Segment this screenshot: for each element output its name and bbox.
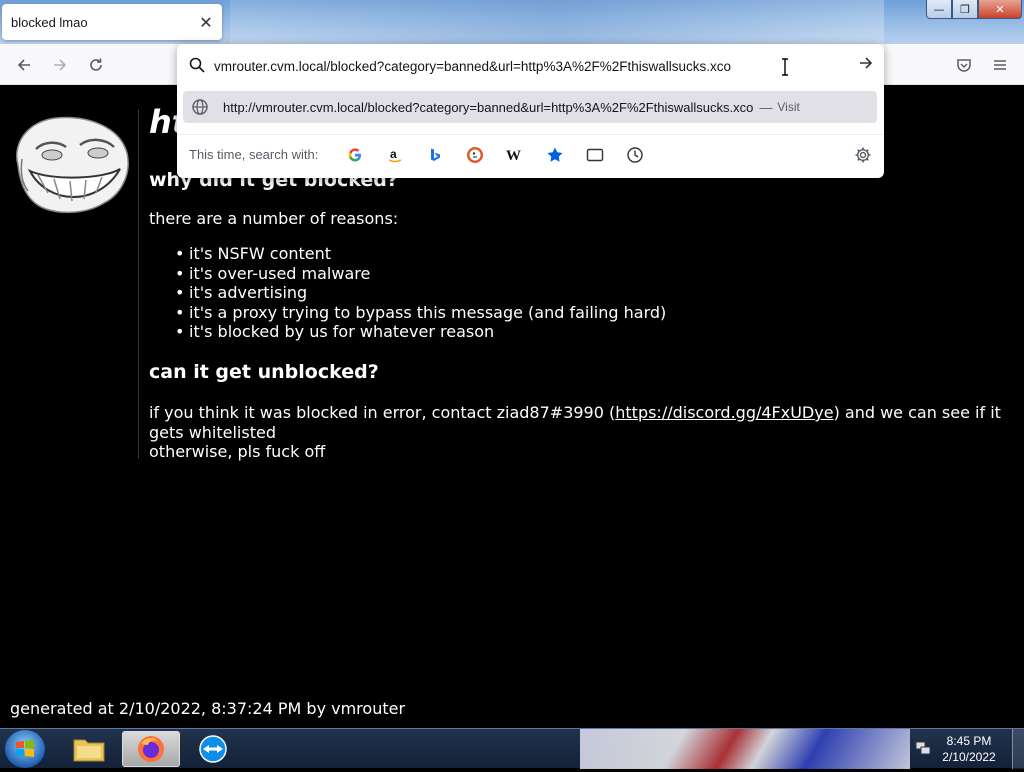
- maximize-button[interactable]: ❐: [952, 0, 978, 19]
- suggestion-separator: —: [759, 99, 773, 115]
- list-item: it's over-used malware: [189, 264, 666, 284]
- search-engines-row: This time, search with: a W: [177, 134, 884, 174]
- contact-paragraph: if you think it was blocked in error, co…: [149, 403, 1019, 462]
- blocked-page: ht why did it get blocked? there are a n…: [0, 85, 1024, 728]
- url-input[interactable]: [214, 54, 834, 78]
- pocket-button[interactable]: [951, 52, 977, 78]
- contact-line2: otherwise, pls fuck off: [149, 442, 326, 461]
- list-item: it's a proxy trying to bypass this messa…: [189, 303, 666, 323]
- gear-icon: [855, 147, 871, 163]
- hamburger-menu-icon: [994, 60, 1006, 70]
- title-bar-glass: [230, 0, 884, 44]
- search-settings-button[interactable]: [853, 145, 873, 165]
- go-arrow-icon[interactable]: [858, 55, 874, 71]
- trollface-image: [16, 116, 129, 214]
- amazon-icon[interactable]: a: [385, 145, 405, 165]
- desktop-wallpaper-peek: [580, 729, 910, 769]
- windows-logo-icon: [16, 740, 34, 757]
- generated-footer: generated at 2/10/2022, 8:37:24 PM by vm…: [10, 699, 406, 718]
- tabs-icon[interactable]: [585, 145, 605, 165]
- reasons-list: it's NSFW content it's over-used malware…: [189, 244, 666, 342]
- clock-date: 2/10/2022: [942, 750, 996, 764]
- taskbar-teamviewer[interactable]: [184, 731, 242, 767]
- start-button[interactable]: [5, 730, 45, 768]
- wikipedia-icon[interactable]: W: [505, 145, 525, 165]
- contact-text: if you think it was blocked in error, co…: [149, 403, 616, 422]
- firefox-icon: [138, 736, 164, 762]
- window-controls: — ❐ ✕: [926, 0, 1022, 20]
- teamviewer-icon: [199, 735, 227, 763]
- url-bar[interactable]: [177, 50, 884, 82]
- list-item: it's blocked by us for whatever reason: [189, 322, 666, 342]
- list-item: it's NSFW content: [189, 244, 666, 264]
- list-item: it's advertising: [189, 283, 666, 303]
- content-divider: [138, 109, 139, 459]
- text-cursor-icon: [782, 58, 788, 76]
- reasons-intro: there are a number of reasons:: [149, 209, 399, 228]
- bookmarks-icon[interactable]: [545, 145, 565, 165]
- suggestion-action: Visit: [777, 100, 800, 114]
- suggestion-url: http://vmrouter.cvm.local/blocked?catego…: [223, 99, 754, 115]
- clock-time: 8:45 PM: [946, 734, 992, 748]
- search-engines-label: This time, search with:: [189, 147, 319, 162]
- forward-button[interactable]: [47, 52, 73, 78]
- history-icon[interactable]: [625, 145, 645, 165]
- bing-icon[interactable]: [425, 145, 445, 165]
- reload-button[interactable]: [83, 52, 109, 78]
- discord-link[interactable]: https://discord.gg/4FxUDye: [615, 403, 833, 422]
- taskbar: 8:45 PM 2/10/2022: [0, 728, 1024, 769]
- tab-blocked[interactable]: blocked lmao ✕: [2, 4, 222, 40]
- folder-icon: [73, 739, 105, 762]
- menu-button[interactable]: [987, 52, 1013, 78]
- back-button[interactable]: [11, 52, 37, 78]
- pocket-icon: [957, 59, 971, 72]
- minimize-button[interactable]: —: [926, 0, 952, 19]
- tab-close-icon[interactable]: ✕: [194, 10, 218, 34]
- network-icon[interactable]: [914, 739, 932, 757]
- reload-icon: [90, 58, 102, 71]
- show-desktop-button[interactable]: [1012, 729, 1024, 769]
- globe-icon: [192, 99, 208, 115]
- taskbar-explorer[interactable]: [60, 731, 118, 767]
- svg-text:a: a: [390, 147, 397, 161]
- url-suggestion[interactable]: http://vmrouter.cvm.local/blocked?catego…: [183, 91, 877, 123]
- url-bar-panel: http://vmrouter.cvm.local/blocked?catego…: [177, 44, 884, 178]
- title-bar: blocked lmao ✕ — ❐ ✕: [0, 0, 1024, 44]
- back-arrow-icon: [17, 59, 30, 71]
- svg-text:W: W: [506, 148, 521, 163]
- search-icon: [189, 57, 205, 73]
- forward-arrow-icon: [54, 59, 67, 71]
- unblock-heading: can it get unblocked?: [149, 361, 379, 383]
- taskbar-firefox[interactable]: [122, 731, 180, 767]
- close-window-button[interactable]: ✕: [978, 0, 1022, 19]
- google-icon[interactable]: [345, 145, 365, 165]
- taskbar-clock[interactable]: 8:45 PM 2/10/2022: [934, 733, 1004, 765]
- tab-title: blocked lmao: [11, 14, 88, 30]
- duckduckgo-icon[interactable]: [465, 145, 485, 165]
